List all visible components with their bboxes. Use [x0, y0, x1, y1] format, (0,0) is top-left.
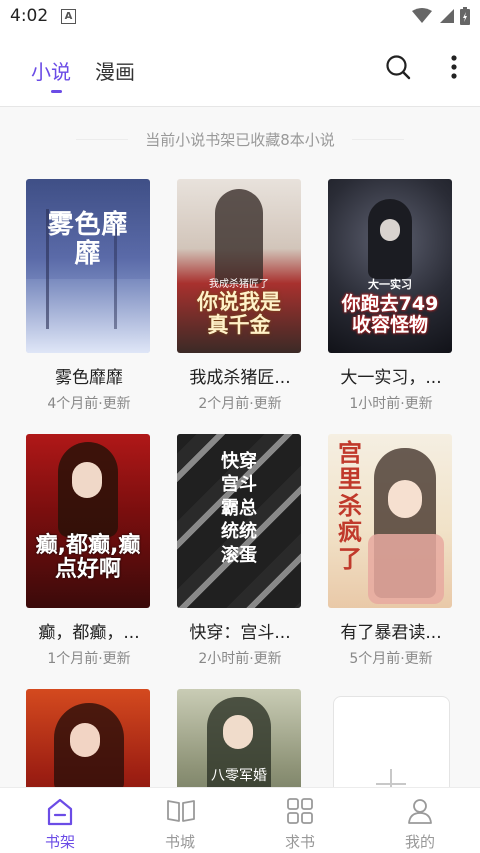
top-bar: 小说 漫画 [0, 34, 480, 107]
bookshelf-content: 当前小说书架已收藏8本小说 雾色靡靡 雾色靡靡 4个月前·更新 我成杀猪匠了 你… [0, 107, 480, 787]
battery-icon [460, 7, 470, 25]
nav-profile[interactable]: 我的 [360, 788, 480, 853]
book-item[interactable] [26, 689, 152, 787]
cover-title-art: 雾色靡靡 [47, 210, 129, 269]
tab-novel[interactable]: 小说 [31, 56, 71, 85]
nav-label: 书架 [44, 833, 75, 851]
status-icons [412, 7, 470, 25]
nav-bookstore[interactable]: 书城 [120, 788, 240, 853]
grid-icon [287, 798, 313, 824]
book-cover: 雾色靡靡 [26, 179, 150, 353]
nav-label: 书城 [164, 833, 195, 851]
book-item[interactable]: 八零军婚 [177, 689, 303, 787]
book-cover: 快穿宫斗霸总统统滚蛋 [177, 434, 301, 608]
book-updated: 1小时前·更新 [349, 396, 433, 412]
shelf-summary: 当前小说书架已收藏8本小说 [145, 131, 335, 149]
status-bar: 4:02 A [0, 0, 480, 34]
nav-bookshelf[interactable]: 书架 [0, 788, 120, 853]
book-cover: 大一实习 你跑去749收容怪物 [328, 179, 452, 353]
tab-comic[interactable]: 漫画 [95, 56, 135, 85]
book-item[interactable]: 宫里杀疯了 有了暴君读... 5个月前·更新 [328, 434, 454, 668]
bookshelf-icon [47, 798, 73, 826]
cover-title-art: 你跑去749收容怪物 [341, 293, 439, 336]
book-cover: 癫,都癫,癫点好啊 [26, 434, 150, 608]
book-item[interactable]: 大一实习 你跑去749收容怪物 大一实习，... 1小时前·更新 [328, 179, 454, 413]
nav-label: 我的 [404, 833, 435, 851]
cover-title-art: 癫,都癫,癫点好啊 [35, 533, 141, 583]
book-updated: 1个月前·更新 [47, 651, 131, 667]
search-icon[interactable] [385, 54, 411, 80]
signal-icon [440, 9, 454, 23]
book-cover [26, 689, 150, 787]
book-open-icon [167, 800, 195, 822]
nav-label: 求书 [284, 833, 315, 851]
cover-title-art: 快穿宫斗霸总统统滚蛋 [221, 451, 257, 566]
more-options-icon[interactable] [449, 54, 459, 80]
notification-a-icon: A [61, 9, 76, 24]
user-icon [408, 799, 432, 824]
cover-title-art: 你说我是真千金 [197, 290, 281, 338]
book-item[interactable]: 癫,都癫,癫点好啊 癫，都癫，... 1个月前·更新 [26, 434, 152, 668]
cover-title-art: 八零军婚 [211, 768, 267, 784]
bottom-navigation: 书架 书城 求书 我的 [0, 787, 480, 853]
book-cover: 宫里杀疯了 [328, 434, 452, 608]
book-updated: 2小时前·更新 [198, 651, 282, 667]
book-item[interactable]: 快穿宫斗霸总统统滚蛋 快穿：宫斗... 2小时前·更新 [177, 434, 303, 668]
book-title: 雾色靡靡 [55, 368, 123, 388]
active-tab-indicator [51, 90, 62, 93]
cover-subtitle-art: 大一实习 [368, 278, 412, 291]
book-title: 癫，都癫，... [38, 623, 140, 643]
status-time: 4:02 [10, 6, 49, 26]
nav-request-book[interactable]: 求书 [240, 788, 360, 853]
book-title: 快穿：宫斗... [189, 623, 291, 643]
plus-icon [376, 769, 406, 787]
cover-subtitle-art: 我成杀猪匠了 [209, 279, 269, 290]
book-updated: 2个月前·更新 [198, 396, 282, 412]
add-book-button[interactable] [333, 696, 450, 787]
book-title: 我成杀猪匠... [189, 368, 291, 388]
cover-title-art: 宫里杀疯了 [338, 439, 362, 573]
book-updated: 4个月前·更新 [47, 396, 131, 412]
book-cover: 我成杀猪匠了 你说我是真千金 [177, 179, 301, 353]
book-title: 大一实习，... [340, 368, 442, 388]
book-cover: 八零军婚 [177, 689, 301, 787]
book-item[interactable]: 我成杀猪匠了 你说我是真千金 我成杀猪匠... 2个月前·更新 [177, 179, 303, 413]
book-updated: 5个月前·更新 [349, 651, 433, 667]
book-item[interactable]: 雾色靡靡 雾色靡靡 4个月前·更新 [26, 179, 152, 413]
wifi-icon [412, 8, 432, 23]
book-title: 有了暴君读... [340, 623, 442, 643]
